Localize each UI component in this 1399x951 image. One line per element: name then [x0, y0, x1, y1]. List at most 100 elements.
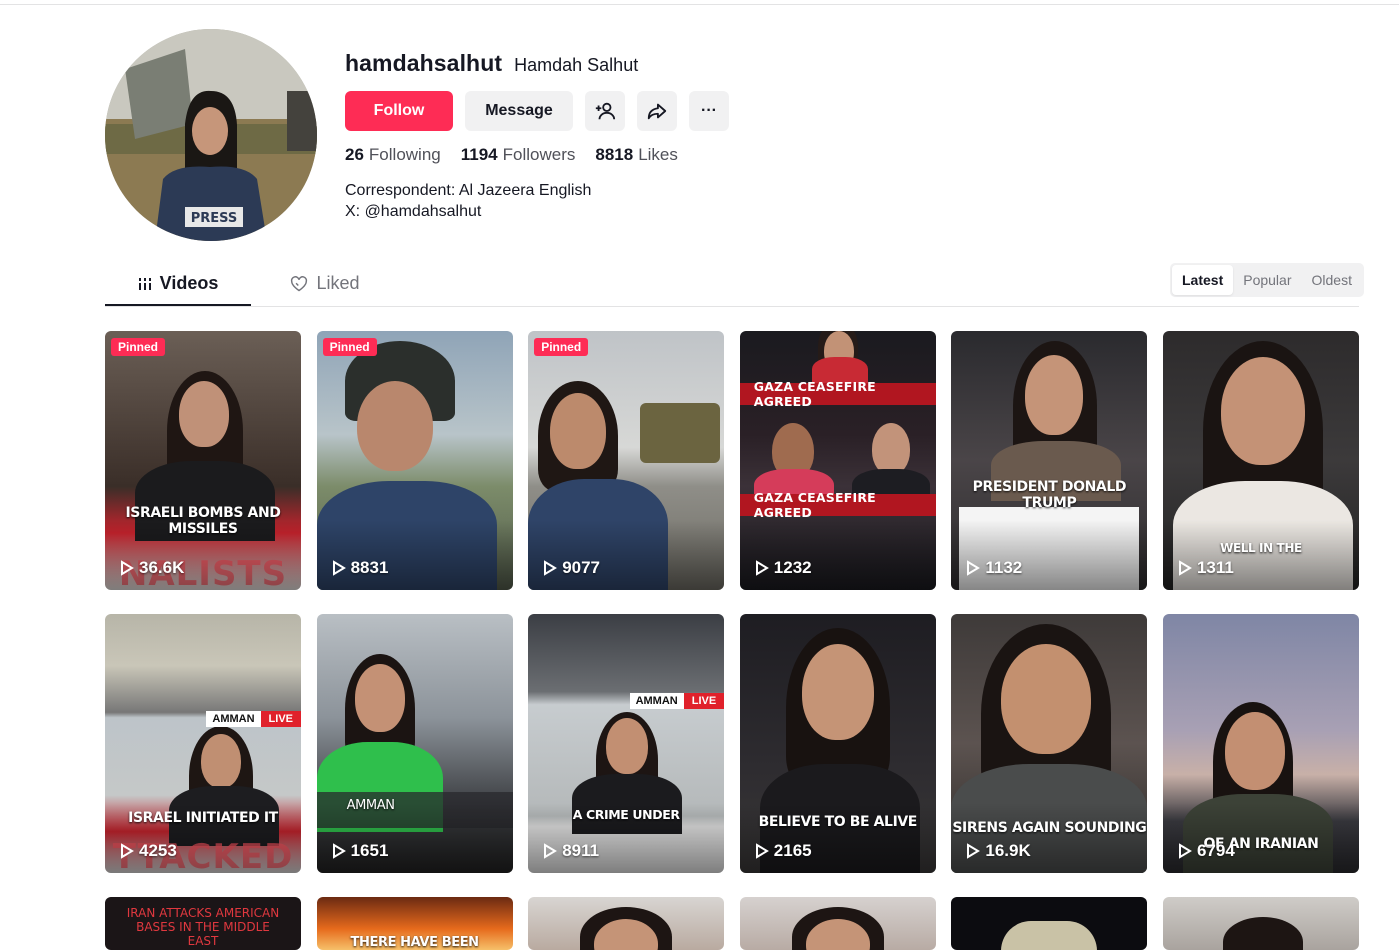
video-card[interactable]: WELL IN THE 1311 — [1162, 331, 1359, 590]
play-icon — [332, 843, 346, 859]
video-caption: SIRENS AGAIN SOUNDING — [952, 820, 1147, 836]
video-caption: BELIEVE TO BE ALIVE — [758, 814, 918, 830]
view-count: 4253 — [120, 841, 177, 861]
video-caption: A CRIME UNDER — [572, 807, 680, 822]
thumbnail-shade — [1162, 520, 1359, 590]
share-button[interactable] — [637, 91, 677, 131]
play-icon — [544, 560, 558, 576]
followers-stat[interactable]: 1194 Followers — [461, 145, 576, 165]
view-count-value: 36.6K — [139, 558, 185, 577]
following-count: 26 — [345, 145, 364, 164]
suggested-accounts-button[interactable] — [585, 91, 625, 131]
bio-line: Correspondent: Al Jazeera English — [345, 182, 592, 199]
add-person-icon — [595, 102, 616, 120]
following-stat[interactable]: 26 Following — [345, 145, 441, 165]
message-button[interactable]: Message — [465, 91, 573, 131]
view-count-value: 1132 — [985, 558, 1023, 577]
video-card[interactable] — [951, 897, 1148, 950]
video-card[interactable]: OF AN IRANIAN 6794 — [1162, 614, 1359, 873]
play-icon — [967, 560, 981, 576]
view-count: 1651 — [332, 841, 388, 861]
view-count-value: 16.9K — [985, 841, 1031, 860]
video-caption: THERE HAVE BEEN — [350, 935, 480, 950]
play-icon — [544, 843, 558, 859]
view-count: 36.6K — [120, 558, 184, 578]
view-count: 1132 — [966, 558, 1022, 578]
play-icon — [1178, 843, 1192, 859]
play-icon — [755, 843, 769, 859]
video-card[interactable]: PRESIDENT DONALD TRUMP 1132 — [951, 331, 1148, 590]
sort-popular[interactable]: Popular — [1233, 265, 1301, 295]
view-count: 8831 — [332, 558, 389, 578]
svg-text:PRESS: PRESS — [191, 211, 238, 226]
play-icon — [755, 560, 769, 576]
view-count: 16.9K — [966, 841, 1031, 861]
view-count-value: 9077 — [562, 558, 601, 577]
live-city: AMMAN — [206, 711, 261, 727]
followers-label: Followers — [502, 145, 576, 164]
video-card[interactable]: AMMANLIVE TTACKED ISRAEL INITIATED IT 42… — [105, 614, 301, 873]
play-icon — [332, 560, 346, 576]
live-tag: AMMAN LIVE — [629, 693, 725, 709]
profile-actions: Follow Message ··· — [345, 91, 729, 131]
nickname: Hamdah Salhut — [514, 55, 639, 75]
news-banner: GAZA CEASEFIRE AGREED — [739, 379, 936, 409]
view-count-value: 8911 — [562, 841, 600, 860]
thumbnail-shade — [951, 520, 1148, 590]
username: hamdahsalhut — [345, 50, 503, 76]
video-card[interactable]: BELIEVE TO BE ALIVE 2165 — [739, 614, 936, 873]
video-card[interactable]: NALISTS Pinned ISRAELI BOMBS AND MISSILE… — [105, 331, 301, 590]
bio-line: X: @hamdahsalhut — [345, 203, 482, 220]
tab-liked[interactable]: Liked — [275, 262, 375, 305]
likes-label: Likes — [638, 145, 678, 164]
video-caption: IRAN ATTACKS AMERICAN BASES IN THE MIDDL… — [126, 906, 280, 948]
play-icon — [1178, 560, 1192, 576]
video-caption: WELL IN THE — [1220, 541, 1302, 555]
sort-toggle: Latest Popular Oldest — [1170, 263, 1364, 297]
video-card[interactable] — [528, 897, 725, 950]
follow-button[interactable]: Follow — [345, 91, 453, 131]
view-count-value: 8831 — [350, 558, 389, 577]
thumbnail-shade — [951, 803, 1148, 873]
view-count-value: 4253 — [139, 841, 177, 860]
pinned-badge: Pinned — [322, 338, 377, 356]
video-card[interactable] — [1162, 897, 1359, 950]
more-options-button[interactable]: ··· — [689, 91, 729, 131]
video-card[interactable]: IRAN ATTACKS AMERICAN BASES IN THE MIDDL… — [105, 897, 301, 950]
view-count-value: 1311 — [1196, 558, 1234, 577]
live-indicator: LIVE — [260, 711, 301, 727]
video-card[interactable]: GAZA CEASEFIRE AGREED GAZA CEASEFIRE AGR… — [739, 331, 936, 590]
view-count-value: 6794 — [1196, 841, 1235, 860]
play-icon — [967, 843, 981, 859]
grid-icon — [138, 277, 151, 290]
video-card[interactable]: Pinned 9077 — [528, 331, 725, 590]
sort-oldest[interactable]: Oldest — [1302, 265, 1362, 295]
live-indicator: LIVE — [683, 693, 725, 709]
pinned-badge: Pinned — [111, 338, 166, 356]
video-card[interactable]: Pinned 8831 — [316, 331, 513, 590]
video-caption: AMMAN — [346, 798, 395, 813]
share-icon — [647, 103, 667, 120]
video-card[interactable]: THERE HAVE BEEN — [316, 897, 513, 950]
profile-names: hamdahsalhut Hamdah Salhut — [345, 50, 638, 77]
video-caption: ISRAELI BOMBS AND MISSILES — [125, 505, 281, 537]
view-count: 8911 — [543, 841, 599, 861]
view-count: 2165 — [755, 841, 812, 861]
video-card[interactable]: AMMAN 1651 — [316, 614, 513, 873]
play-icon — [121, 843, 134, 859]
followers-count: 1194 — [460, 145, 498, 164]
view-count: 9077 — [543, 558, 600, 578]
live-tag: AMMAN LIVE — [206, 711, 301, 727]
video-grid: NALISTS Pinned ISRAELI BOMBS AND MISSILE… — [105, 331, 1359, 950]
live-city: AMMAN — [629, 693, 684, 709]
view-count-value: 1232 — [773, 558, 812, 577]
view-count-value: 2165 — [773, 841, 812, 860]
video-card[interactable] — [739, 897, 936, 950]
sort-latest[interactable]: Latest — [1172, 265, 1234, 295]
video-card[interactable]: SIRENS AGAIN SOUNDING 16.9K — [951, 614, 1148, 873]
video-card[interactable]: AMMAN LIVE A CRIME UNDER 8911 — [528, 614, 725, 873]
tab-videos[interactable]: Videos — [105, 262, 251, 306]
tab-liked-label: Liked — [316, 273, 360, 293]
profile-avatar[interactable]: PRESS — [105, 29, 317, 241]
news-banner: GAZA CEASEFIRE AGREED — [739, 490, 936, 520]
